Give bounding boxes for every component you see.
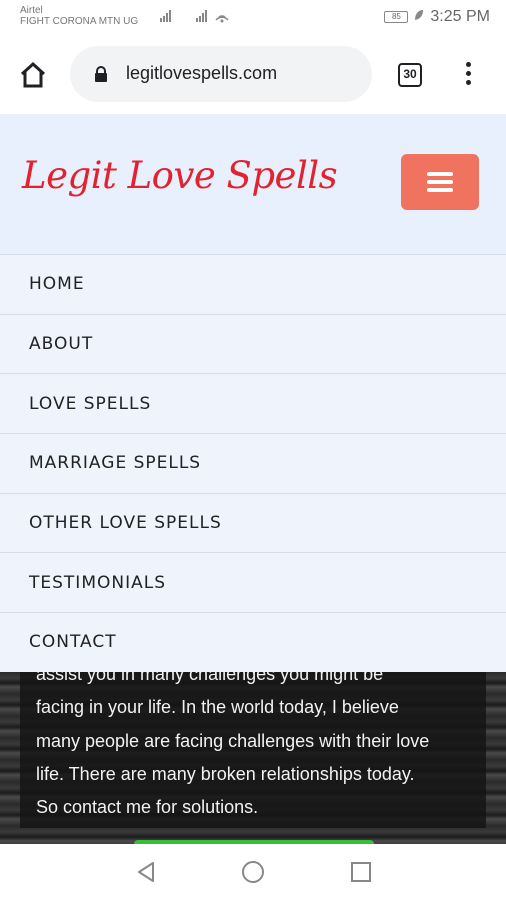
- home-icon[interactable]: [18, 60, 48, 90]
- main-nav-menu: HOME ABOUT LOVE SPELLS MARRIAGE SPELLS O…: [0, 254, 506, 672]
- menu-toggle-button[interactable]: [401, 154, 479, 210]
- battery-icon: 85: [384, 11, 409, 23]
- hero-line: life. There are many broken relationship…: [36, 763, 415, 784]
- back-icon[interactable]: [134, 860, 158, 884]
- address-bar[interactable]: legitlovespells.com: [70, 46, 372, 102]
- hero-line: many people are facing challenges with t…: [36, 730, 430, 751]
- lock-icon: [94, 66, 108, 82]
- hero-section: assist you in many challenges you might …: [0, 672, 506, 844]
- browser-toolbar: legitlovespells.com 30: [0, 34, 506, 114]
- overflow-menu-icon[interactable]: [458, 62, 478, 88]
- hamburger-icon: [427, 172, 453, 176]
- nav-item-home[interactable]: HOME: [0, 254, 506, 314]
- carrier-info: Airtel FIGHT CORONA MTN UG: [20, 5, 138, 27]
- site-header: Legit Love Spells: [0, 114, 506, 254]
- nav-item-testimonials[interactable]: TESTIMONIALS: [0, 552, 506, 612]
- clock-time: 3:25 PM: [430, 8, 490, 25]
- nav-item-love-spells[interactable]: LOVE SPELLS: [0, 373, 506, 433]
- hero-line: assist you in many challenges you might …: [36, 672, 384, 684]
- status-right: 85 3:25 PM: [384, 8, 490, 26]
- carrier-subtitle: FIGHT CORONA MTN UG: [20, 16, 139, 27]
- hero-text-box: assist you in many challenges you might …: [20, 672, 486, 828]
- hero-paragraph: assist you in many challenges you might …: [36, 672, 476, 824]
- nav-item-about[interactable]: ABOUT: [0, 313, 506, 374]
- recents-icon[interactable]: [349, 860, 373, 884]
- nav-item-contact[interactable]: CONTACT: [0, 612, 506, 672]
- android-navigation-bar: [0, 844, 506, 900]
- nav-item-other-love-spells[interactable]: OTHER LOVE SPELLS: [0, 492, 506, 553]
- hero-line: So contact me for solutions.: [36, 797, 259, 818]
- leaf-icon: [414, 8, 424, 26]
- nav-item-marriage-spells[interactable]: MARRIAGE SPELLS: [0, 433, 506, 493]
- tab-switcher-button[interactable]: 30: [398, 63, 422, 87]
- hero-line: facing in your life. In the world today,…: [36, 697, 399, 718]
- url-text: legitlovespells.com: [126, 63, 278, 83]
- home-circle-icon[interactable]: [241, 860, 265, 884]
- status-bar: Airtel FIGHT CORONA MTN UG 85 3:25 PM: [0, 0, 506, 34]
- site-logo[interactable]: Legit Love Spells: [22, 154, 338, 197]
- signal-icons: [150, 8, 240, 27]
- carrier-name: Airtel: [20, 5, 43, 16]
